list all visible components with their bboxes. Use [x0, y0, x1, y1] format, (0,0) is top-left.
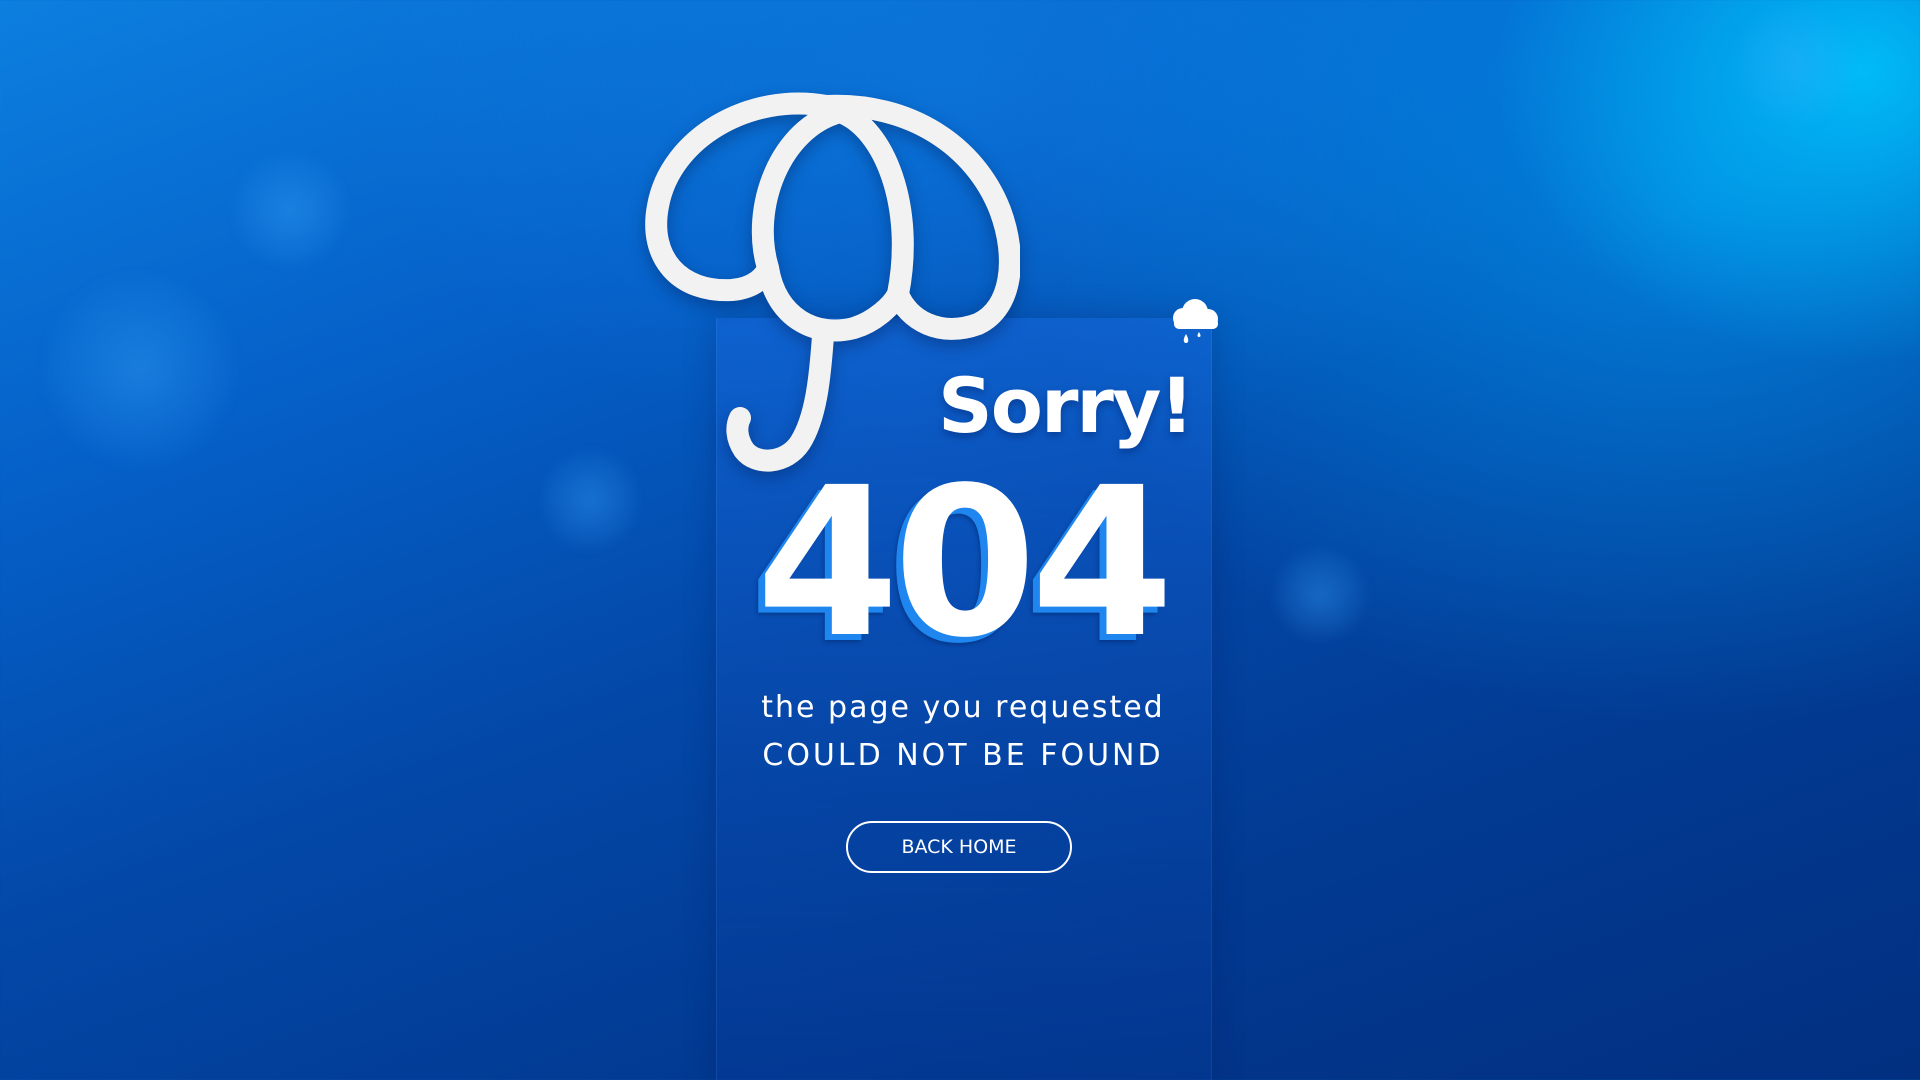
bokeh-light — [230, 150, 350, 270]
error-message-line1: the page you requested — [761, 690, 1165, 725]
sorry-heading: Sorry! — [938, 361, 1194, 450]
bokeh-light — [40, 270, 240, 470]
bokeh-light — [1270, 545, 1370, 645]
bokeh-light — [1730, 0, 1860, 130]
bokeh-light — [540, 445, 640, 555]
rain-cloud-icon — [1173, 299, 1218, 343]
error-message-line2: COULD NOT BE FOUND — [762, 738, 1164, 773]
back-home-button[interactable]: BACK HOME — [846, 821, 1072, 873]
error-code: 404 — [755, 443, 1174, 683]
